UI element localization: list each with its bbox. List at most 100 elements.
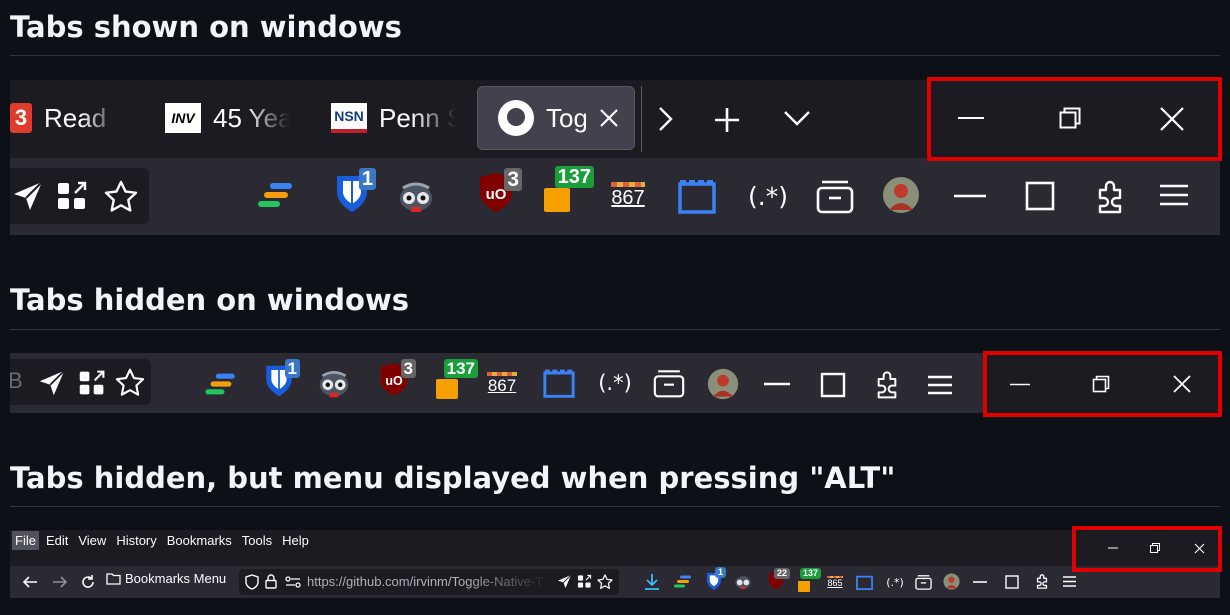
downloads-icon[interactable] <box>644 573 660 591</box>
ublock-origin-icon[interactable]: uO 3 <box>470 168 522 218</box>
menu-file[interactable]: File <box>12 531 39 550</box>
tab-label: Togg <box>546 102 586 133</box>
maximize-toolbar-icon[interactable] <box>1025 181 1055 211</box>
tab-label: 45 Yea <box>213 102 290 133</box>
url-text: https://github.com/irvinm/Toggle-Native-… <box>307 574 544 589</box>
bookmarks-menu-button[interactable]: Bookmarks Menu <box>106 571 226 586</box>
back-arrow-icon[interactable] <box>22 574 38 590</box>
window-layout-icon[interactable] <box>543 368 575 398</box>
bookmark-star-icon[interactable] <box>597 574 613 589</box>
ublock-origin-icon[interactable]: 22 <box>762 568 790 594</box>
tab-toggle-active[interactable]: Togg <box>477 86 635 150</box>
tab-stash-icon[interactable] <box>205 371 237 397</box>
favicon-inv: INV <box>165 103 201 133</box>
profile-avatar-icon[interactable] <box>943 573 960 590</box>
window-layout-icon[interactable] <box>678 178 716 214</box>
tab-close-icon[interactable] <box>598 107 620 129</box>
highlight-window-controls <box>983 351 1222 417</box>
menu-bookmarks[interactable]: Bookmarks <box>164 531 235 550</box>
menu-edit[interactable]: Edit <box>43 531 71 550</box>
highlight-window-controls <box>1072 526 1222 572</box>
permissions-icon[interactable] <box>285 576 301 588</box>
menu-history[interactable]: History <box>113 531 159 550</box>
container-grid-icon[interactable] <box>577 574 592 589</box>
divider <box>10 55 1220 56</box>
minimize-toolbar-icon[interactable] <box>954 194 986 198</box>
tab-penn-state[interactable]: NSN Penn S <box>331 86 456 150</box>
counter-extension-icon[interactable]: 137 <box>430 359 478 401</box>
privacy-badger-icon[interactable] <box>317 367 351 399</box>
menu-view[interactable]: View <box>75 531 109 550</box>
maximize-toolbar-icon[interactable] <box>820 372 846 398</box>
bitwarden-icon[interactable]: 1 <box>702 567 726 593</box>
ublock-origin-icon[interactable]: uO 3 <box>372 359 416 401</box>
badge-count: 3 <box>504 168 522 191</box>
tab-stash-icon[interactable] <box>258 180 294 210</box>
tab-45-years[interactable]: INV 45 Yea <box>165 86 290 150</box>
section-title-tabs-hidden: Tabs hidden on windows <box>10 283 410 317</box>
regex-search-icon[interactable]: (.*) <box>884 572 906 592</box>
new-tab-icon[interactable] <box>712 105 742 135</box>
bookmark-star-icon[interactable] <box>115 368 145 396</box>
tab-read[interactable]: 3 Read <box>10 86 120 150</box>
bookmark-star-icon[interactable] <box>104 180 138 212</box>
badge-count: 137 <box>799 568 821 579</box>
container-grid-icon[interactable] <box>56 180 88 212</box>
abacus-counter-icon[interactable]: 867 <box>482 367 522 401</box>
menu-tools[interactable]: Tools <box>239 531 275 550</box>
bookmarks-partial-label: B <box>10 368 23 393</box>
minimize-toolbar-icon[interactable] <box>973 581 987 583</box>
minimize-toolbar-icon[interactable] <box>764 382 790 386</box>
profile-avatar-icon[interactable] <box>882 176 920 214</box>
scroll-tabs-right-icon[interactable] <box>653 105 677 133</box>
bitwarden-icon[interactable]: 1 <box>258 359 300 401</box>
profile-avatar-icon[interactable] <box>707 368 739 400</box>
privacy-badger-icon[interactable] <box>397 178 435 214</box>
hamburger-menu-icon[interactable] <box>928 375 952 395</box>
tab-separator <box>641 86 642 152</box>
favicon-3: 3 <box>10 103 32 133</box>
badge-count: 1 <box>284 359 300 378</box>
regex-search-icon[interactable]: (.*) <box>595 367 635 399</box>
hamburger-menu-icon[interactable] <box>1160 183 1188 207</box>
toolbar-button-group: B <box>10 359 151 405</box>
counter-extension-icon[interactable]: 137 <box>795 568 821 594</box>
reload-icon[interactable] <box>80 574 96 590</box>
window-layout-icon[interactable] <box>856 574 873 590</box>
section-title-tabs-shown: Tabs shown on windows <box>10 10 402 44</box>
list-all-tabs-icon[interactable] <box>782 106 812 130</box>
forward-arrow-icon[interactable] <box>52 574 68 590</box>
send-tab-icon[interactable] <box>12 180 44 212</box>
tab-label: Read <box>44 102 107 133</box>
counter-extension-icon[interactable]: 137 <box>538 166 594 216</box>
tab-archive-icon[interactable] <box>653 368 685 398</box>
shield-icon[interactable] <box>245 574 259 590</box>
abacus-count: 867 <box>611 187 645 209</box>
tab-archive-icon[interactable] <box>915 574 932 590</box>
badge-count: 137 <box>554 166 594 188</box>
abacus-counter-icon[interactable]: 865 <box>824 572 846 592</box>
extensions-puzzle-icon[interactable] <box>1034 573 1050 589</box>
folder-icon <box>106 573 121 585</box>
abacus-count: 865 <box>827 578 843 588</box>
tab-stash-icon[interactable] <box>674 574 692 589</box>
send-tab-icon[interactable] <box>38 369 66 397</box>
hamburger-menu-icon[interactable] <box>1063 576 1076 587</box>
menu-help[interactable]: Help <box>279 531 312 550</box>
url-bar[interactable]: https://github.com/irvinm/Toggle-Native-… <box>239 569 619 595</box>
extensions-puzzle-icon[interactable] <box>872 369 902 399</box>
badge-count: 1 <box>358 168 376 190</box>
tab-archive-icon[interactable] <box>816 178 854 214</box>
badge-count: 22 <box>773 568 790 579</box>
tab-label: Penn S <box>379 102 456 133</box>
send-tab-icon[interactable] <box>557 574 572 589</box>
regex-search-icon[interactable]: (.*) <box>746 178 790 214</box>
container-grid-icon[interactable] <box>78 369 106 397</box>
bitwarden-icon[interactable]: 1 <box>328 168 376 216</box>
privacy-badger-icon[interactable] <box>734 573 752 590</box>
abacus-counter-icon[interactable]: 867 <box>606 176 650 216</box>
maximize-toolbar-icon[interactable] <box>1005 575 1019 589</box>
extensions-puzzle-icon[interactable] <box>1092 178 1128 214</box>
badge-count: 3 <box>400 359 416 378</box>
lock-icon[interactable] <box>265 574 277 589</box>
